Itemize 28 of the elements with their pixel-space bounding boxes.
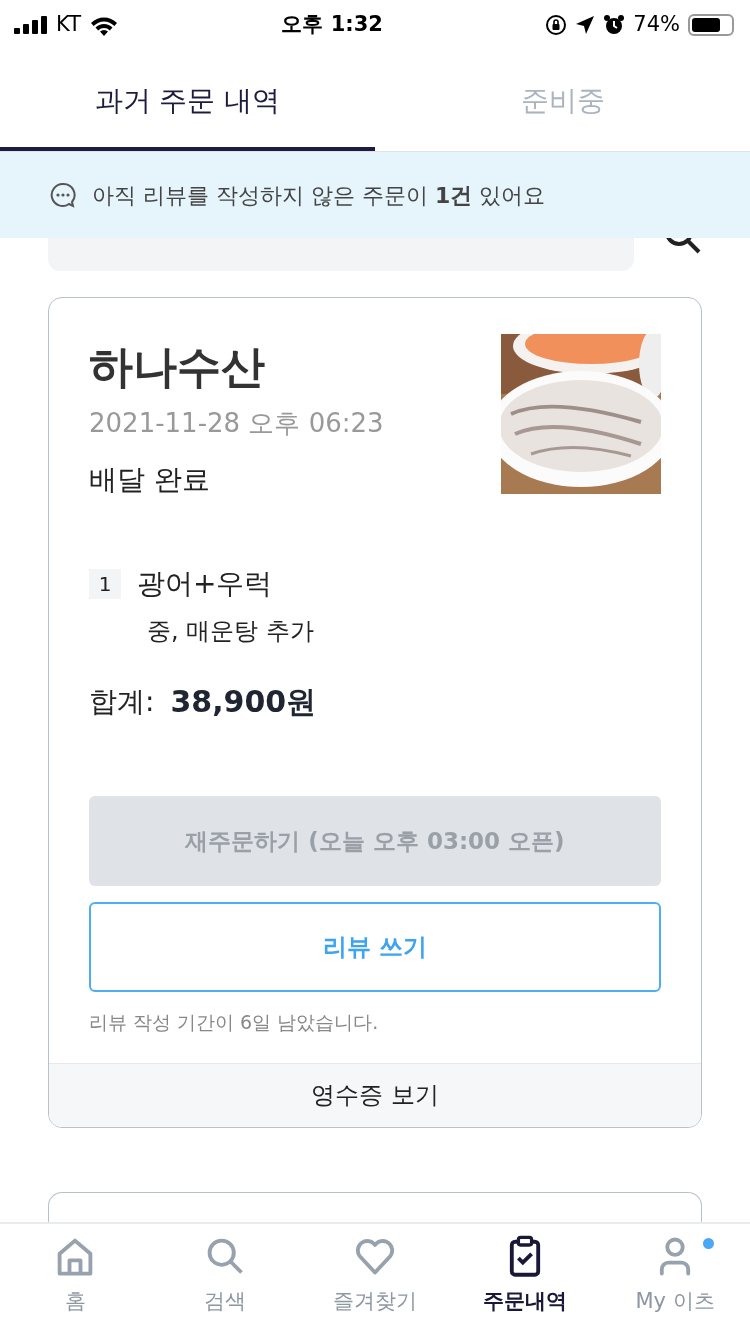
nav-tab[interactable]: 즐겨찾기 <box>300 1224 450 1334</box>
battery-percent: 74% <box>633 11 680 39</box>
total-price: 38,900원 <box>170 683 317 721</box>
banner-message: 아직 리뷰를 작성하지 않은 주문이 1건 있어요 <box>92 181 546 210</box>
battery-icon <box>688 14 734 36</box>
wifi-icon <box>88 14 119 36</box>
location-arrow-icon <box>575 15 596 35</box>
menu-item-options: 중, 매운탕 추가 <box>89 613 661 649</box>
quantity-label: 1 <box>89 569 121 599</box>
nav-tab[interactable]: 검색 <box>150 1224 300 1334</box>
alarm-icon <box>603 14 626 36</box>
rotation-lock-icon <box>545 14 568 36</box>
chat-bubble-icon <box>50 182 76 208</box>
status-time: 오후 1:32 <box>281 11 383 39</box>
total-label: 합계: <box>89 683 155 720</box>
nav-tab[interactable]: 주문내역 <box>450 1224 600 1334</box>
store-name: 하나수산 <box>89 340 266 394</box>
review-button[interactable]: 리뷰 쓰기 <box>89 902 661 992</box>
order-date: 2021-11-28 오후 06:23 <box>89 407 384 440</box>
order-status: 배달 완료 <box>89 462 211 498</box>
carrier-name: KT <box>56 11 81 39</box>
receipt-button[interactable]: 영수증 보기 <box>49 1062 701 1127</box>
tab[interactable]: 준비중 <box>375 50 750 151</box>
nav-tab[interactable]: My 이츠 <box>600 1224 750 1334</box>
signal-icon <box>14 16 48 34</box>
review-period-note: 리뷰 작성 기간이 6일 남았습니다. <box>89 1010 380 1035</box>
nav-tab[interactable]: 홈 <box>0 1224 150 1334</box>
menu-item-name: 광어+우럭 <box>137 566 273 602</box>
